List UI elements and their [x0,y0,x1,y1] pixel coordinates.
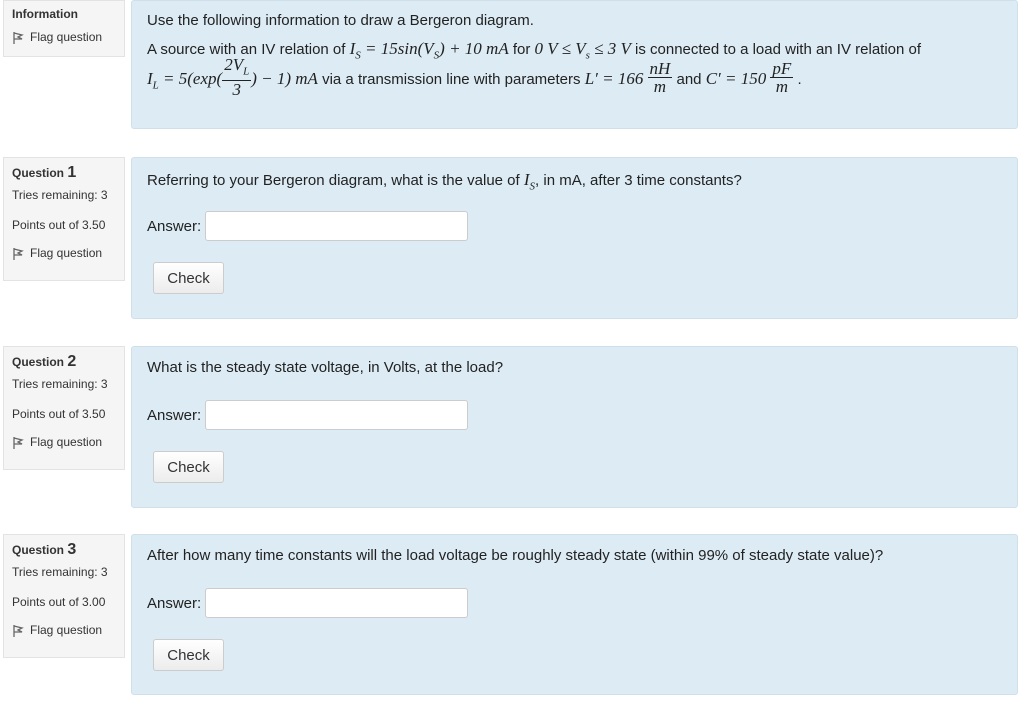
question-1-points: Points out of 3.50 [12,218,106,232]
question-3-text: After how many time constants will the l… [147,547,884,564]
flag-question-label: Flag question [30,30,103,44]
question-1-answer-input[interactable] [205,211,469,241]
question-2-tries: Tries remaining: 3 [12,377,108,391]
information-intro: Use the following information to draw a … [147,12,534,29]
question-3-flag-link[interactable]: Flag question [12,623,116,637]
question-3-info: Question 3 Tries remaining: 3 Points out… [3,534,125,658]
question-3-number: Question 3 [12,541,77,558]
question-3-answer-input[interactable] [205,588,469,618]
question-1-info: Question 1 Tries remaining: 3 Points out… [3,157,125,281]
question-3-answer-row: Answer: [147,588,469,618]
question-2-flag-link[interactable]: Flag question [12,435,116,449]
question-1-tries: Tries remaining: 3 [12,188,108,202]
flag-question-label: Flag question [30,623,103,637]
question-3-tries: Tries remaining: 3 [12,565,108,579]
answer-label: Answer: [147,594,202,612]
flag-question-link[interactable]: Flag question [12,30,116,44]
question-2-number: Question 2 [12,353,77,370]
question-2-check-button[interactable]: Check [153,451,224,483]
question-3-content: After how many time constants will the l… [131,534,1018,695]
information-sidebar: Information Flag question [3,0,125,57]
question-2-text: What is the steady state voltage, in Vol… [147,359,504,376]
flag-icon [13,31,24,44]
flag-question-label: Flag question [30,435,103,449]
answer-label: Answer: [147,217,202,235]
question-2-answer-input[interactable] [205,400,469,430]
question-2-info: Question 2 Tries remaining: 3 Points out… [3,346,125,470]
question-3-points: Points out of 3.00 [12,595,106,609]
load-relation-text: IL = 5(exp(2VL 3) − 1) mA via a transmiss… [147,55,802,100]
flag-icon [13,436,24,449]
information-content: Use the following information to draw a … [131,0,1018,129]
question-1-answer-row: Answer: [147,211,469,241]
flag-icon [13,624,24,637]
flag-icon [13,247,24,260]
question-3-check-button[interactable]: Check [153,639,224,671]
answer-label: Answer: [147,406,202,424]
question-1-number: Question 1 [12,164,77,181]
question-2-answer-row: Answer: [147,400,469,430]
question-1-text: Referring to your Bergeron diagram, what… [147,170,742,193]
question-1-content: Referring to your Bergeron diagram, what… [131,157,1018,319]
question-2-points: Points out of 3.50 [12,407,106,421]
question-1-flag-link[interactable]: Flag question [12,246,116,260]
question-1-check-button[interactable]: Check [153,262,224,294]
flag-question-label: Flag question [30,246,103,260]
information-label: Information [12,7,78,21]
question-2-content: What is the steady state voltage, in Vol… [131,346,1018,508]
